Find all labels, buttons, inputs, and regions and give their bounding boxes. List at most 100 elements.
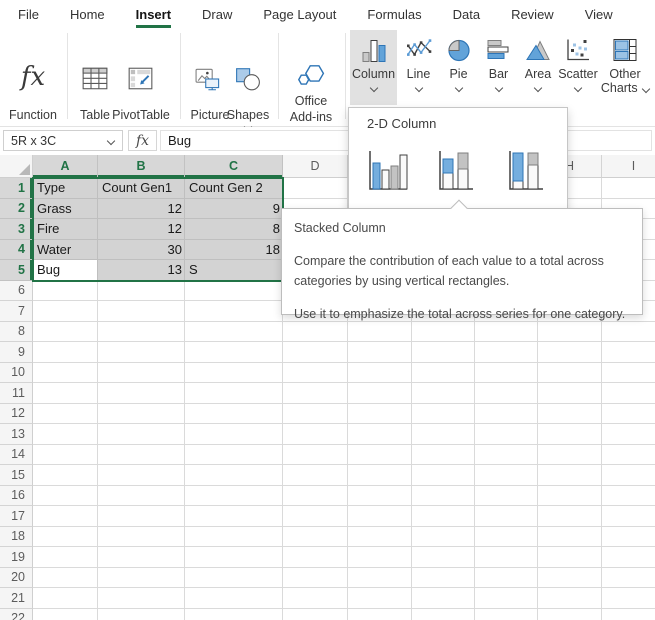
cell-F17[interactable] bbox=[412, 506, 475, 527]
cell-G19[interactable] bbox=[475, 547, 538, 568]
cell-H15[interactable] bbox=[538, 465, 602, 486]
row-header-13[interactable]: 13 bbox=[0, 424, 33, 445]
row-header-1[interactable]: 1 bbox=[0, 178, 33, 199]
table-icon[interactable] bbox=[81, 66, 109, 91]
cell-I20[interactable] bbox=[602, 568, 655, 589]
row-header-12[interactable]: 12 bbox=[0, 404, 33, 425]
row-header-16[interactable]: 16 bbox=[0, 486, 33, 507]
cell-H16[interactable] bbox=[538, 486, 602, 507]
cell-H21[interactable] bbox=[538, 588, 602, 609]
cell-I14[interactable] bbox=[602, 445, 655, 466]
cell-E17[interactable] bbox=[348, 506, 412, 527]
cell-A15[interactable] bbox=[33, 465, 98, 486]
chevron-down-icon[interactable] bbox=[574, 84, 582, 92]
cell-I22[interactable] bbox=[602, 609, 655, 620]
name-box[interactable]: 5R x 3C bbox=[3, 130, 123, 151]
cell-C17[interactable] bbox=[185, 506, 283, 527]
cell-F9[interactable] bbox=[412, 342, 475, 363]
chevron-down-icon[interactable] bbox=[494, 84, 502, 92]
cell-C21[interactable] bbox=[185, 588, 283, 609]
cell-A4[interactable]: Water bbox=[33, 240, 98, 261]
chart-other-charts-button[interactable]: Other Charts bbox=[600, 30, 650, 105]
row-header-14[interactable]: 14 bbox=[0, 445, 33, 466]
row-header-19[interactable]: 19 bbox=[0, 547, 33, 568]
cell-I18[interactable] bbox=[602, 527, 655, 548]
cell-E11[interactable] bbox=[348, 383, 412, 404]
cell-I10[interactable] bbox=[602, 363, 655, 384]
cell-D14[interactable] bbox=[283, 445, 348, 466]
cell-A10[interactable] bbox=[33, 363, 98, 384]
row-header-11[interactable]: 11 bbox=[0, 383, 33, 404]
cell-B20[interactable] bbox=[98, 568, 185, 589]
cell-B7[interactable] bbox=[98, 301, 185, 322]
cell-D8[interactable] bbox=[283, 322, 348, 343]
chart-area-button[interactable]: Area bbox=[518, 30, 558, 105]
cell-A12[interactable] bbox=[33, 404, 98, 425]
pivottable-button[interactable]: PivotTable bbox=[109, 108, 173, 123]
cell-B10[interactable] bbox=[98, 363, 185, 384]
menu-tab-draw[interactable]: Draw bbox=[202, 0, 232, 28]
office-addins-button-line2[interactable]: Add-ins bbox=[283, 110, 339, 125]
row-header-2[interactable]: 2 bbox=[0, 199, 33, 220]
column-header-I[interactable]: I bbox=[602, 155, 655, 178]
cell-A19[interactable] bbox=[33, 547, 98, 568]
cell-E20[interactable] bbox=[348, 568, 412, 589]
menu-tab-file[interactable]: File bbox=[18, 0, 39, 28]
cell-G15[interactable] bbox=[475, 465, 538, 486]
cell-I1[interactable] bbox=[602, 178, 655, 199]
insert-function-button[interactable]: fx bbox=[128, 130, 157, 151]
cell-H14[interactable] bbox=[538, 445, 602, 466]
cell-E22[interactable] bbox=[348, 609, 412, 620]
cell-C4[interactable]: 18 bbox=[185, 240, 283, 261]
shapes-button[interactable]: Shapes bbox=[220, 108, 276, 123]
cell-G22[interactable] bbox=[475, 609, 538, 620]
column-header-C[interactable]: C bbox=[185, 155, 283, 178]
cell-C3[interactable]: 8 bbox=[185, 219, 283, 240]
cell-B6[interactable] bbox=[98, 281, 185, 302]
row-header-20[interactable]: 20 bbox=[0, 568, 33, 589]
cell-E8[interactable] bbox=[348, 322, 412, 343]
menu-tab-view[interactable]: View bbox=[585, 0, 613, 28]
cell-D20[interactable] bbox=[283, 568, 348, 589]
cell-E19[interactable] bbox=[348, 547, 412, 568]
cell-I13[interactable] bbox=[602, 424, 655, 445]
menu-tab-data[interactable]: Data bbox=[453, 0, 480, 28]
function-button[interactable]: Function bbox=[0, 108, 66, 123]
cell-D9[interactable] bbox=[283, 342, 348, 363]
cell-E21[interactable] bbox=[348, 588, 412, 609]
cell-B11[interactable] bbox=[98, 383, 185, 404]
cell-G12[interactable] bbox=[475, 404, 538, 425]
column-header-A[interactable]: A bbox=[33, 155, 98, 178]
cell-I19[interactable] bbox=[602, 547, 655, 568]
cell-D13[interactable] bbox=[283, 424, 348, 445]
cell-I11[interactable] bbox=[602, 383, 655, 404]
cell-A18[interactable] bbox=[33, 527, 98, 548]
cell-A8[interactable] bbox=[33, 322, 98, 343]
chevron-down-icon[interactable] bbox=[534, 84, 542, 92]
cell-D11[interactable] bbox=[283, 383, 348, 404]
cell-C16[interactable] bbox=[185, 486, 283, 507]
cell-A5[interactable]: Bug bbox=[33, 260, 98, 281]
cell-I8[interactable] bbox=[602, 322, 655, 343]
cell-G14[interactable] bbox=[475, 445, 538, 466]
cell-I16[interactable] bbox=[602, 486, 655, 507]
column-header-B[interactable]: B bbox=[98, 155, 185, 178]
cell-I17[interactable] bbox=[602, 506, 655, 527]
option-100-stacked-column[interactable] bbox=[503, 146, 549, 196]
cell-I9[interactable] bbox=[602, 342, 655, 363]
row-header-17[interactable]: 17 bbox=[0, 506, 33, 527]
cell-I15[interactable] bbox=[602, 465, 655, 486]
cell-A22[interactable] bbox=[33, 609, 98, 620]
cell-B18[interactable] bbox=[98, 527, 185, 548]
cell-F12[interactable] bbox=[412, 404, 475, 425]
cell-B15[interactable] bbox=[98, 465, 185, 486]
chevron-down-icon[interactable] bbox=[369, 84, 377, 92]
row-header-15[interactable]: 15 bbox=[0, 465, 33, 486]
row-header-21[interactable]: 21 bbox=[0, 588, 33, 609]
cell-G18[interactable] bbox=[475, 527, 538, 548]
cell-F8[interactable] bbox=[412, 322, 475, 343]
cell-C12[interactable] bbox=[185, 404, 283, 425]
cell-H11[interactable] bbox=[538, 383, 602, 404]
cell-B2[interactable]: 12 bbox=[98, 199, 185, 220]
cell-A1[interactable]: Type bbox=[33, 178, 98, 199]
